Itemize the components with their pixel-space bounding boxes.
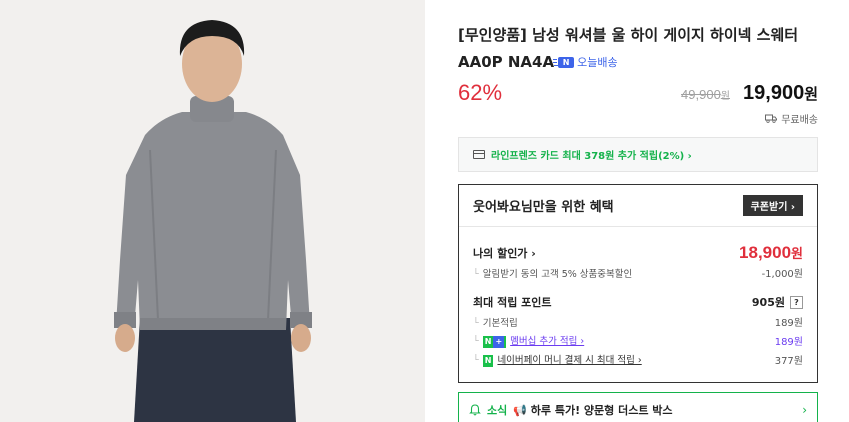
membership-points-label: └ N + 멤버십 추가 적립 › [473,333,584,348]
branch-marker: └ [473,268,479,280]
chevron-right-icon: › [802,403,807,417]
branch-marker: └ [473,336,479,348]
truck-icon [765,114,778,123]
help-icon[interactable]: ? [790,295,803,309]
my-discount-link[interactable]: 나의 할인가 › [473,245,536,261]
model-illustration [0,0,425,422]
basic-points-value: 189원 [774,318,803,329]
membership-points-value: 189원 [774,337,803,348]
my-discount-sub-value: -1,000원 [761,269,803,280]
my-discount-detail-row: └ 알림받기 동의 고객 5% 상품중복할인 -1,000원 [473,265,803,281]
benefits-box: 웃어봐요님만을 위한 혜택 쿠폰받기 › 나의 할인가 › 18,900원 └ 알… [458,184,818,383]
product-info-panel: [무인양품] 남성 워셔블 울 하이 게이지 하이넥 스웨터 AA0P NA4A… [458,0,818,422]
points-row: 최대 적립 포인트 905원? [473,294,803,310]
naver-badge-letter: N [484,336,492,346]
card-promo-banner[interactable]: 라인프렌즈 카드 최대 378원 추가 적립(2%) › [458,137,818,172]
benefits-title: 웃어봐요님만을 위한 혜택 [473,200,614,215]
coupon-button[interactable]: 쿠폰받기 › [742,195,803,216]
notice-label: 소식 [487,404,508,417]
shipping-info: 무료배송 [765,111,818,126]
basic-points-text: 기본적립 [482,317,518,329]
original-price-unit: 원 [720,91,730,102]
my-discount-detail: └ 알림받기 동의 고객 5% 상품중복할인 [473,266,632,280]
branch-marker: └ [473,355,479,367]
npay-points-value: 377원 [774,356,803,367]
sale-price-value: 19,900 [743,82,805,104]
notice-banner[interactable]: 소식 📢 하루 특가! 양문형 더스트 박스 › [458,392,818,422]
sale-price: 19,900원 [743,82,818,105]
discount-rate: 62% [458,80,503,105]
notice-text: 📢 하루 특가! 양문형 더스트 박스 [513,404,673,417]
delivery-badge-label: 오늘배송 [577,56,618,69]
plus-badge: + [493,335,505,348]
today-delivery-badge[interactable]: N 오늘배송 [553,49,618,76]
shipping-label: 무료배송 [781,115,818,126]
original-price-value: 49,900 [681,87,721,102]
naver-pay-badge-icon: N [482,354,494,367]
bell-icon [469,404,481,416]
my-discount-sub-label: 알림받기 동의 고객 5% 상품중복할인 [482,268,633,280]
basic-points-label: └ 기본적립 [473,315,518,329]
my-discount-value: 18,900 [739,243,792,262]
n-delivery-icon: N [553,57,575,68]
credit-card-icon [473,150,485,159]
benefits-header: 웃어봐요님만을 위한 혜택 쿠폰받기 › [459,185,817,227]
points-label: 최대 적립 포인트 [473,296,552,309]
product-title-text: [무인양품] 남성 워셔블 울 하이 게이지 하이넥 스웨터 AA0P NA4A [458,26,799,71]
npay-link[interactable]: 네이버페이 머니 결제 시 최대 적립 › [497,355,641,366]
my-discount-unit: 원 [791,246,803,261]
membership-points-row: └ N + 멤버십 추가 적립 › 189원 [473,333,803,348]
product-title: [무인양품] 남성 워셔블 울 하이 게이지 하이넥 스웨터 AA0P NA4A… [458,22,818,76]
sale-price-unit: 원 [804,86,818,103]
points-total: 905원? [752,294,803,310]
product-image[interactable] [0,0,425,422]
npay-points-label: └ N 네이버페이 머니 결제 시 최대 적립 › [473,352,642,367]
membership-link[interactable]: 멤버십 추가 적립 › [510,336,584,347]
my-discount-row: 나의 할인가 › 18,900원 [473,243,803,263]
branch-marker: └ [473,317,479,329]
original-price: 49,900원 [681,87,730,102]
card-promo-text: 라인프렌즈 카드 최대 378원 추가 적립(2%) › [491,151,692,162]
naver-plus-badge-icon: N + [482,335,507,348]
npay-points-row: └ N 네이버페이 머니 결제 시 최대 적립 › 377원 [473,352,803,367]
my-discount-price: 18,900원 [739,243,803,263]
basic-points-row: └ 기본적립 189원 [473,314,803,330]
points-value: 905원 [751,296,785,309]
